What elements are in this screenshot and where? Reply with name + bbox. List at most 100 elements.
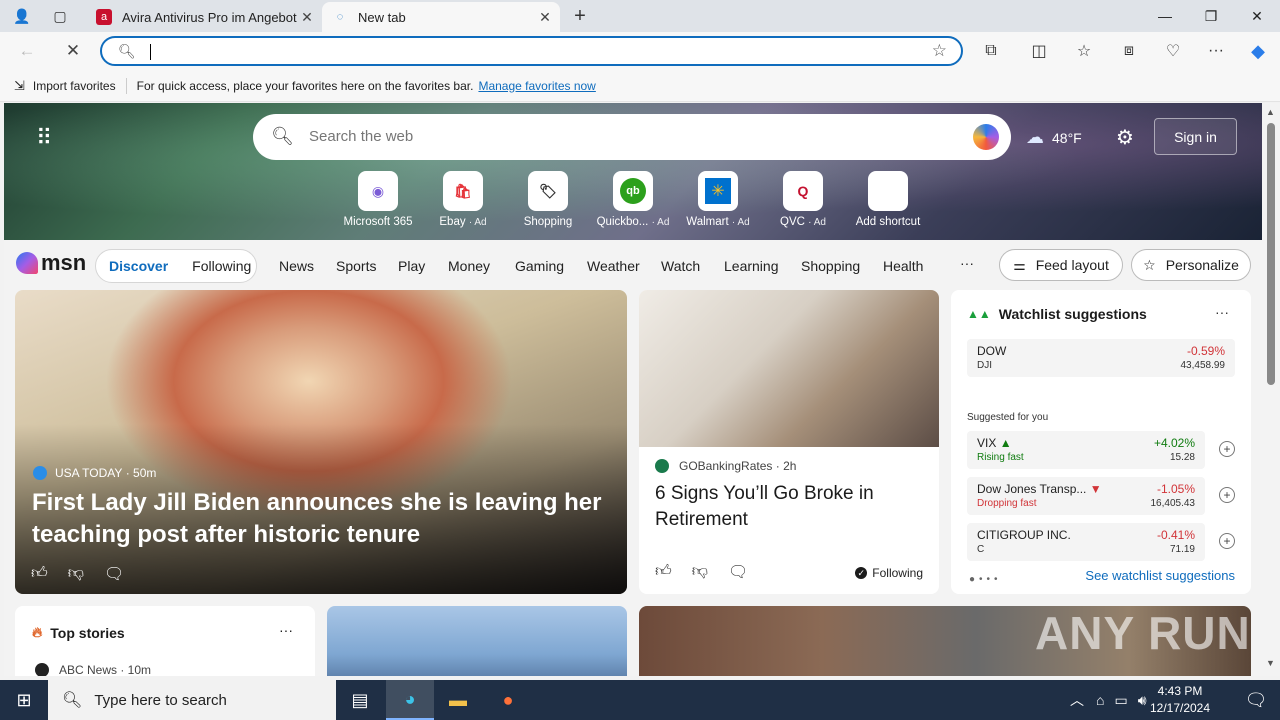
gear-icon[interactable]: ⚙ <box>1116 125 1134 150</box>
address-bar[interactable]: 🔍︎ ☆ <box>100 36 963 66</box>
see-watchlist-link[interactable]: See watchlist suggestions <box>1085 568 1235 583</box>
story-card[interactable]: GOBankingRates · 2h 6 Signs You’ll Go Br… <box>639 290 939 594</box>
story-image-card[interactable] <box>327 606 627 676</box>
device-icon[interactable]: ⌂ <box>1096 692 1104 708</box>
edge-icon[interactable]: ◕ <box>386 680 434 720</box>
thumbs-up-icon[interactable]: 👍︎ <box>31 564 48 584</box>
shortcut-label: Walmart <box>686 216 729 228</box>
app-launcher-icon[interactable]: ⠿ <box>36 125 52 151</box>
task-view-icon[interactable]: ▤ <box>336 680 384 720</box>
weather-widget[interactable]: ☁ 48°F <box>1026 127 1082 148</box>
more-options-icon[interactable]: ··· <box>279 622 293 638</box>
stock-row[interactable]: CITIGROUP INC. C -0.41% 71.19 + <box>967 523 1235 561</box>
clock-time: 4:43 PM <box>1157 684 1203 698</box>
following-badge[interactable]: ✓ Following <box>855 566 923 580</box>
nav-health[interactable]: Health <box>883 258 923 274</box>
stock-price: 15.28 <box>1169 452 1195 463</box>
taskbar-search-box[interactable]: 🔍︎ Type here to search <box>48 680 336 720</box>
tab-following[interactable]: Following <box>192 258 251 274</box>
sign-in-button[interactable]: Sign in <box>1154 118 1237 155</box>
personalize-button[interactable]: ☆ Personalize <box>1131 249 1251 281</box>
windows-start-icon[interactable]: ⊞ <box>0 680 48 720</box>
cloud-icon: ☁ <box>1026 127 1044 147</box>
story-image <box>639 290 939 447</box>
browser-essentials-icon[interactable]: ♡ <box>1159 38 1187 64</box>
thumbs-up-icon[interactable]: 👍︎ <box>655 562 672 582</box>
nav-learning[interactable]: Learning <box>724 258 779 274</box>
add-to-watchlist-icon[interactable]: + <box>1219 533 1235 549</box>
restore-button[interactable]: ❐ <box>1188 0 1234 32</box>
show-hidden-icons[interactable]: ︿ <box>1070 690 1084 710</box>
tab-avira[interactable]: a Avira Antivirus Pro im Angebot ✕ <box>86 2 322 32</box>
copilot-icon[interactable] <box>973 124 999 150</box>
nav-more-button[interactable]: ··· <box>960 255 974 271</box>
favorites-icon[interactable]: ☆ <box>1070 38 1098 64</box>
tab-new-tab[interactable]: ◌ New tab ✕ <box>322 2 560 32</box>
extensions-icon[interactable]: ⧉ <box>977 38 1005 64</box>
close-tab-icon[interactable]: ✕ <box>536 8 554 26</box>
stop-loading-button[interactable]: ✕ <box>58 37 88 65</box>
back-button[interactable]: ← <box>12 37 42 65</box>
feed-layout-button[interactable]: ⚌ Feed layout <box>999 249 1123 281</box>
nav-news[interactable]: News <box>279 258 314 274</box>
tab-discover[interactable]: Discover <box>109 258 168 274</box>
stock-row[interactable]: DOW DJI -0.59% 43,458.99 <box>967 339 1235 377</box>
collections-icon[interactable]: ⧈ <box>1115 38 1143 64</box>
toolbar: ← ✕ 🔍︎ ☆ ⧉ ◫ ☆ ⧈ ♡ ··· ◆ <box>0 32 1280 70</box>
stock-change: +4.02% <box>1153 436 1195 450</box>
scrollbar-thumb[interactable] <box>1267 123 1275 385</box>
nav-sports[interactable]: Sports <box>336 258 376 274</box>
nav-shopping[interactable]: Shopping <box>801 258 860 274</box>
add-shortcut-button[interactable]: + Add shortcut <box>846 171 930 228</box>
add-to-watchlist-icon[interactable]: + <box>1219 487 1235 503</box>
story-title[interactable]: First Lady Jill Biden announces she is l… <box>32 487 612 551</box>
comment-icon[interactable]: 🗨︎ <box>728 562 748 582</box>
profile-icon[interactable]: 👤 <box>8 4 36 28</box>
shortcut-microsoft-365[interactable]: ◉ Microsoft 365 <box>336 171 420 228</box>
shortcut-qvc[interactable]: Q QVC · Ad <box>761 171 845 228</box>
shortcut-shopping[interactable]: 🏷 Shopping <box>506 171 590 228</box>
split-screen-icon[interactable]: ◫ <box>1025 38 1053 64</box>
thumbs-down-icon[interactable]: 👎︎ <box>68 564 84 584</box>
hero-story-card[interactable]: USA TODAY · 50m First Lady Jill Biden an… <box>15 290 627 594</box>
notifications-icon[interactable]: 🗨︎ <box>1232 680 1280 720</box>
carousel-dots[interactable]: ●••• <box>969 574 1002 585</box>
new-tab-button[interactable]: + <box>566 4 594 28</box>
clock[interactable]: 4:43 PM 12/17/2024 <box>1135 683 1225 717</box>
more-menu-icon[interactable]: ··· <box>1202 38 1230 64</box>
nav-weather[interactable]: Weather <box>587 258 640 274</box>
stock-row[interactable]: Dow Jones Transp... ▼ Dropping fast -1.0… <box>967 477 1235 515</box>
nav-play[interactable]: Play <box>398 258 425 274</box>
close-window-button[interactable]: ✕ <box>1234 0 1280 32</box>
nav-gaming[interactable]: Gaming <box>515 258 564 274</box>
shortcut-ebay[interactable]: 🛍 Ebay · Ad <box>421 171 505 228</box>
file-explorer-icon[interactable]: ▬ <box>434 680 482 720</box>
web-search-box[interactable]: 🔍︎ Search the web <box>253 114 1011 160</box>
firefox-icon[interactable]: ● <box>484 680 532 720</box>
story-title[interactable]: 6 Signs You’ll Go Broke in Retirement <box>655 481 925 533</box>
stock-row[interactable]: VIX ▲ Rising fast +4.02% 15.28 + <box>967 431 1235 469</box>
thumbs-down-icon[interactable]: 👎︎ <box>692 562 708 582</box>
nav-watch[interactable]: Watch <box>661 258 700 274</box>
msn-logo[interactable]: msn <box>16 250 86 276</box>
tab-actions-icon[interactable]: ▢ <box>46 4 74 28</box>
shortcut-label: Shopping <box>523 216 573 228</box>
minimize-button[interactable]: — <box>1142 0 1188 32</box>
shortcut-walmart[interactable]: ✳ Walmart · Ad <box>676 171 760 228</box>
import-favorites-button[interactable]: ⇲ Import favorites <box>14 78 116 94</box>
close-tab-icon[interactable]: ✕ <box>298 8 316 26</box>
nav-money[interactable]: Money <box>448 258 490 274</box>
shortcut-quickbooks[interactable]: qb Quickbo... · Ad <box>591 171 675 228</box>
more-options-icon[interactable]: ··· <box>1215 304 1229 320</box>
network-icon[interactable]: ▭ <box>1114 692 1127 709</box>
copilot-icon[interactable]: ◆ <box>1244 38 1272 64</box>
comment-icon[interactable]: 🗨︎ <box>104 564 124 584</box>
favorite-star-icon[interactable]: ☆ <box>932 41 947 61</box>
scroll-down-icon[interactable]: ▼ <box>1266 658 1275 668</box>
scroll-up-icon[interactable]: ▲ <box>1266 107 1275 117</box>
page-scrollbar[interactable]: ▲ ▼ <box>1262 103 1280 676</box>
story-source[interactable]: ABC News · 10m <box>35 663 151 676</box>
shortcut-label: QVC <box>780 216 805 228</box>
manage-favorites-link[interactable]: Manage favorites now <box>478 79 595 93</box>
add-to-watchlist-icon[interactable]: + <box>1219 441 1235 457</box>
